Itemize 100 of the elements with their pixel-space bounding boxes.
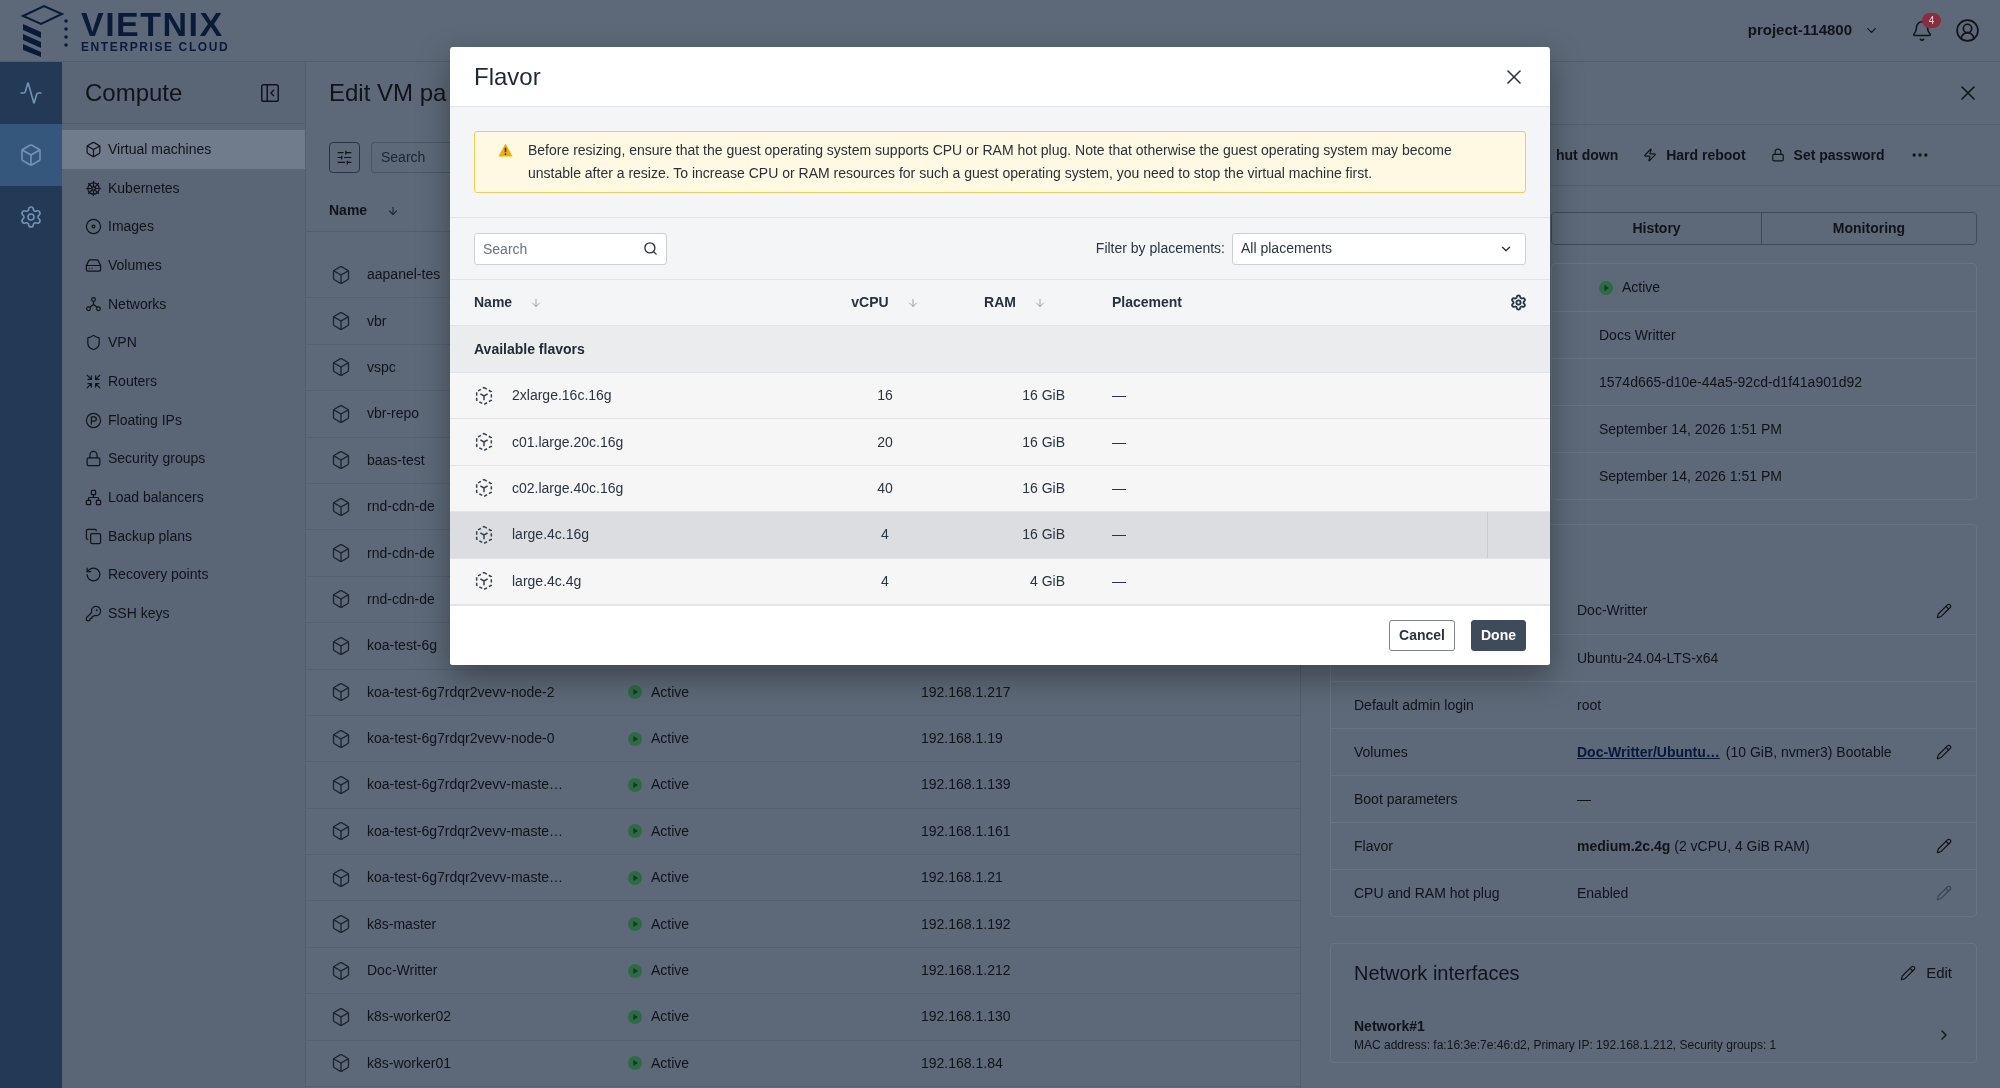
column-header[interactable]: Placement xyxy=(1112,292,1183,313)
dashed-cube-icon xyxy=(474,571,494,592)
vm-name[interactable]: koa-test-6g xyxy=(367,635,438,657)
flavor-row[interactable]: large.4c.16g 4 16 GiB — xyxy=(450,512,1550,559)
sort-arrow-icon xyxy=(1033,296,1046,309)
property-label: Boot parameters xyxy=(1354,790,1458,807)
table-cell-text: — xyxy=(1112,432,1126,452)
column-header[interactable]: RAM xyxy=(984,292,1046,313)
cube-icon xyxy=(331,960,351,981)
flavor-name: c01.large.20c.16g xyxy=(512,432,624,452)
cube-icon xyxy=(331,496,351,517)
table-cell-text: — xyxy=(1112,525,1126,545)
vm-name[interactable]: vbr-repo xyxy=(367,403,420,425)
vm-name[interactable]: koa-test-6g7rdqr2vevv-maste… xyxy=(367,867,564,889)
sidebar-item[interactable]: Virtual machines xyxy=(62,130,305,169)
property-label: Volumes xyxy=(1354,743,1408,760)
action-button[interactable]: Hard reboot xyxy=(1643,144,1746,166)
search-field[interactable]: Search xyxy=(371,141,450,173)
cube-icon xyxy=(331,403,351,424)
vm-name[interactable]: Doc-Writter xyxy=(367,960,438,982)
cube-icon xyxy=(331,357,351,378)
property-value: (10 GiB, nvmer3) Bootable xyxy=(1725,742,1892,762)
drive-icon xyxy=(85,256,102,274)
pencil-icon xyxy=(1900,965,1917,981)
rail-button[interactable] xyxy=(0,124,62,186)
table-cell-text: 4 xyxy=(881,525,889,545)
property-value: medium.2c.4g (2 vCPU, 4 GiB RAM) xyxy=(1577,836,1810,856)
dashed-cube-icon xyxy=(474,385,494,406)
column-header[interactable]: vCPU xyxy=(851,292,919,313)
column-header[interactable]: Name xyxy=(329,200,400,221)
action-button[interactable]: hut down xyxy=(1556,144,1619,166)
dialog-title: Flavor xyxy=(474,61,541,92)
settings-icon xyxy=(19,205,43,229)
vm-name[interactable]: koa-test-6g7rdqr2vevv-node-0 xyxy=(367,728,555,750)
logo-tagline: ENTERPRISE CLOUD xyxy=(81,39,230,54)
column-header[interactable]: Name xyxy=(474,292,543,313)
vm-name[interactable]: vspc xyxy=(367,356,396,378)
vm-name[interactable]: koa-test-6g7rdqr2vevv-maste… xyxy=(367,774,564,796)
vm-name[interactable]: koa-test-6g7rdqr2vevv-node-2 xyxy=(367,681,555,703)
table-cell-text: 20 xyxy=(877,432,893,452)
property-value: 1574d665-d10e-44a5-92cd-d1f41a901d92 xyxy=(1599,372,1863,392)
user-icon[interactable] xyxy=(1955,18,1980,43)
sort-arrow-icon xyxy=(906,296,919,309)
cube-icon xyxy=(331,728,351,749)
vm-name[interactable]: baas-test xyxy=(367,449,425,471)
done-button[interactable]: Done xyxy=(1471,620,1526,651)
table-cell-text: 4 xyxy=(881,571,889,591)
vm-name[interactable]: k8s-master xyxy=(367,913,437,935)
inward-arrows-icon xyxy=(85,372,102,390)
cube-icon xyxy=(331,450,351,471)
pencil-icon[interactable] xyxy=(1936,602,1952,619)
nodes-icon xyxy=(85,295,102,313)
tab[interactable]: History xyxy=(1552,213,1762,244)
vm-name[interactable]: k8s-worker02 xyxy=(367,1006,452,1028)
bell-icon[interactable] xyxy=(1911,18,1933,43)
page-title: Edit VM pa xyxy=(329,78,447,108)
ip-address: 192.168.1.84 xyxy=(921,1053,1003,1073)
vm-name[interactable]: koa-test-6g7rdqr2vevv-maste… xyxy=(367,820,564,842)
cube-icon xyxy=(331,264,351,285)
cube-icon xyxy=(331,682,351,703)
stacked-squares-icon xyxy=(85,527,102,545)
vm-name[interactable]: vbr xyxy=(367,310,387,332)
ip-address: 192.168.1.139 xyxy=(921,775,1011,795)
action-button[interactable]: Set password xyxy=(1770,144,1885,166)
search-icon xyxy=(643,240,658,256)
play-circle-icon xyxy=(628,963,642,978)
status-text: Active xyxy=(651,729,690,749)
ip-address: 192.168.1.217 xyxy=(921,682,1011,702)
placement-select[interactable]: All placements xyxy=(1232,232,1526,265)
cube-icon xyxy=(331,867,351,888)
network-name: Network#1 xyxy=(1354,1017,1426,1036)
project-selector[interactable]: project-114800 xyxy=(1747,19,1879,42)
flavor-name: large.4c.16g xyxy=(512,525,590,545)
vm-name[interactable]: aapanel-tes xyxy=(367,264,441,286)
vm-name[interactable]: rnd-cdn-de xyxy=(367,496,435,518)
property-value: September 14, 2026 1:51 PM xyxy=(1599,466,1782,486)
settings-icon[interactable] xyxy=(1510,294,1527,311)
vm-name[interactable]: rnd-cdn-de xyxy=(367,542,435,564)
status-text: Active xyxy=(651,1007,690,1027)
vm-name[interactable]: k8s-worker01 xyxy=(367,1052,452,1074)
status-text: Active xyxy=(651,682,690,702)
flavor-name: c02.large.40c.16g xyxy=(512,478,624,498)
cancel-button[interactable]: Cancel xyxy=(1389,620,1455,651)
edit-button[interactable]: Edit xyxy=(1900,961,1952,985)
vm-name[interactable]: rnd-cdn-de xyxy=(367,588,435,610)
table-cell-text: 16 GiB xyxy=(1022,478,1065,498)
cube-icon xyxy=(331,914,351,935)
collapse-panel-icon[interactable] xyxy=(259,81,281,104)
play-circle-icon xyxy=(628,685,642,700)
status-text: Active xyxy=(651,914,690,934)
status-text: Active xyxy=(651,868,690,888)
pencil-icon[interactable] xyxy=(1936,838,1952,854)
dashed-cube-icon xyxy=(474,432,494,453)
table-cell-text: 4 GiB xyxy=(1030,571,1065,591)
play-circle-icon xyxy=(628,778,642,792)
volume-link[interactable]: Doc-Writter/Ubuntu… xyxy=(1577,741,1720,763)
property-label: Flavor xyxy=(1354,837,1393,854)
pencil-icon[interactable] xyxy=(1936,744,1952,760)
hierarchy-icon xyxy=(85,489,102,507)
filter-button[interactable] xyxy=(329,141,360,173)
